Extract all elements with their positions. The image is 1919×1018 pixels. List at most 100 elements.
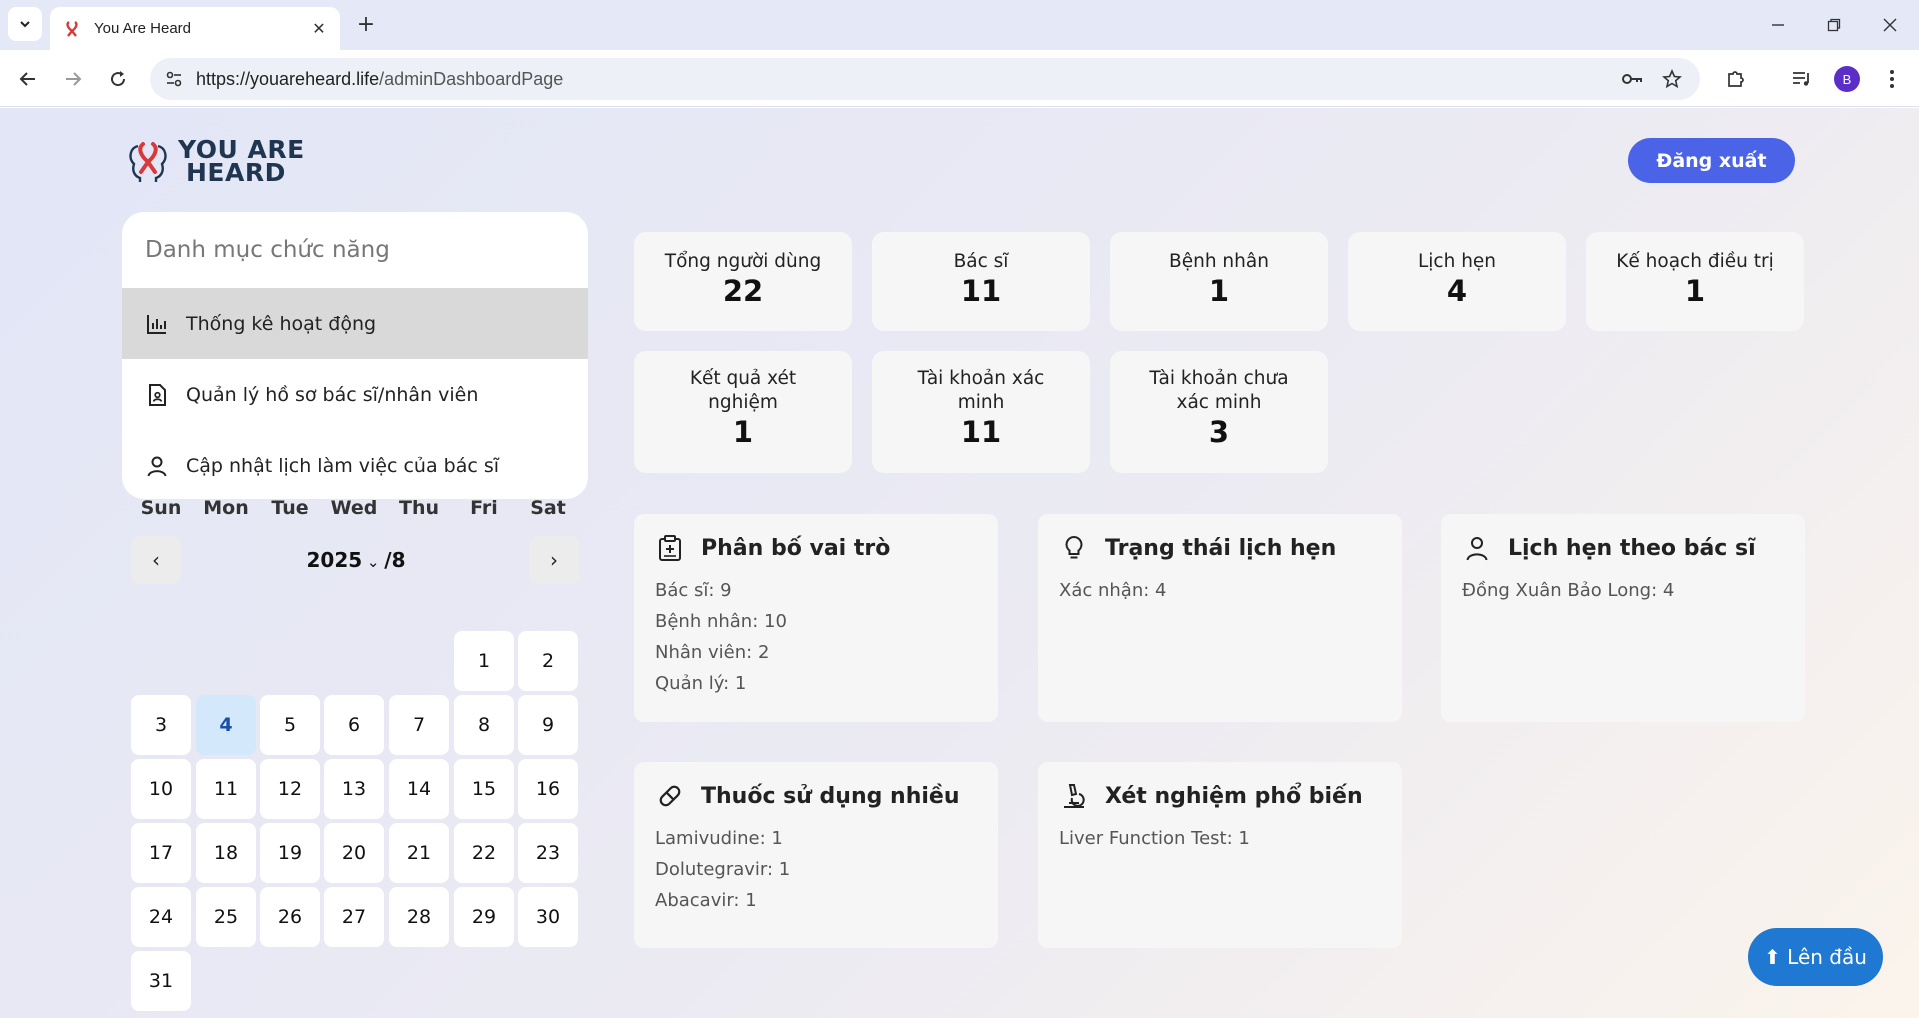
stat-value: 3: [1208, 415, 1230, 449]
forward-button[interactable]: [57, 63, 89, 95]
clipboard-medical-icon: [655, 533, 685, 563]
calendar-day[interactable]: 12: [260, 759, 320, 819]
reload-button[interactable]: [102, 63, 134, 95]
menu-item-activity-stats[interactable]: Thống kê hoạt động: [122, 288, 588, 359]
card-line: Abacavir: 1: [655, 890, 757, 911]
calendar-day[interactable]: 5: [260, 695, 320, 755]
stat-label: Bệnh nhân: [1169, 251, 1269, 272]
calendar-day[interactable]: 10: [131, 759, 191, 819]
restore-button[interactable]: [1814, 10, 1854, 40]
site-settings-icon[interactable]: [164, 69, 184, 89]
calendar-year: 2025: [306, 548, 363, 572]
browser-toolbar: https://youareheard.life/adminDashboardP…: [0, 50, 1919, 107]
calendar-day[interactable]: 31: [131, 951, 191, 1011]
back-button[interactable]: [12, 63, 44, 95]
card-line: Đồng Xuân Bảo Long: 4: [1462, 580, 1675, 601]
password-key-button[interactable]: [1616, 63, 1648, 95]
calendar-day[interactable]: 1: [454, 631, 514, 691]
calendar-day[interactable]: 23: [518, 823, 578, 883]
card-appointments-by-doctor: Lịch hẹn theo bác sĩ Đồng Xuân Bảo Long:…: [1441, 514, 1805, 722]
logo-wordmark: YOU ARE HEARD: [178, 137, 305, 187]
calendar-month: /8: [384, 548, 406, 572]
calendar-day[interactable]: 9: [518, 695, 578, 755]
bookmark-button[interactable]: [1656, 63, 1688, 95]
calendar-weekday-label: Sun: [140, 497, 182, 519]
stat-treatment-plans: Kế hoạch điều trị 1: [1586, 232, 1804, 331]
calendar-day[interactable]: 24: [131, 887, 191, 947]
calendar-day[interactable]: 14: [389, 759, 449, 819]
calendar-day[interactable]: 6: [324, 695, 384, 755]
minimize-icon: [1772, 24, 1784, 26]
stat-label: Bác sĩ: [953, 251, 1009, 272]
address-bar[interactable]: https://youareheard.life/adminDashboardP…: [150, 58, 1700, 100]
card-line: Dolutegravir: 1: [655, 859, 791, 880]
calendar-day[interactable]: 30: [518, 887, 578, 947]
calendar-day[interactable]: 13: [324, 759, 384, 819]
calendar-day[interactable]: 19: [260, 823, 320, 883]
calendar-day[interactable]: 29: [454, 887, 514, 947]
calendar-day[interactable]: 2: [518, 631, 578, 691]
tab-close-icon[interactable]: ✕: [310, 19, 328, 38]
tab-title: You Are Heard: [94, 20, 192, 37]
calendar-weekday-label: Fri: [470, 497, 498, 519]
calendar-day[interactable]: 4: [196, 695, 256, 755]
calendar-next-button[interactable]: ›: [529, 536, 579, 584]
calendar-weekday-label: Thu: [398, 497, 439, 519]
calendar-day[interactable]: 25: [196, 887, 256, 947]
card-common-tests: Xét nghiệm phổ biến Liver Function Test:…: [1038, 762, 1402, 948]
admin-dashboard: YOU ARE HEARD Đăng xuất Danh mục chức nă…: [0, 108, 1919, 1018]
calendar-day[interactable]: 15: [454, 759, 514, 819]
card-line: Quản lý: 1: [655, 673, 747, 694]
calendar-month-selector[interactable]: 2025 ⌄ /8: [271, 548, 441, 572]
calendar-day[interactable]: 7: [389, 695, 449, 755]
new-tab-button[interactable]: +: [352, 10, 380, 38]
calendar-day[interactable]: 3: [131, 695, 191, 755]
calendar-day[interactable]: 21: [389, 823, 449, 883]
calendar-day[interactable]: 18: [196, 823, 256, 883]
stat-label: Kết quả xét nghiệm: [689, 368, 797, 413]
calendar-day[interactable]: 27: [324, 887, 384, 947]
logo-line-2: HEARD: [186, 158, 286, 187]
calendar-day[interactable]: 17: [131, 823, 191, 883]
calendar-day[interactable]: 11: [196, 759, 256, 819]
url-host: https://youareheard.life: [196, 68, 380, 89]
url-path: /adminDashboardPage: [379, 68, 564, 89]
card-appointment-status: Trạng thái lịch hẹn Xác nhận: 4: [1038, 514, 1402, 722]
calendar-day[interactable]: 22: [454, 823, 514, 883]
site-logo[interactable]: YOU ARE HEARD: [126, 136, 305, 186]
logout-button[interactable]: Đăng xuất: [1628, 138, 1795, 183]
calendar-header: ‹ 2025 ⌄ /8 ›: [131, 536, 579, 584]
url-text: https://youareheard.life/adminDashboardP…: [196, 69, 563, 90]
browser-menu-button[interactable]: [1876, 63, 1908, 95]
media-controls-button[interactable]: [1786, 63, 1818, 95]
browser-tab[interactable]: You Are Heard ✕: [50, 7, 340, 50]
profile-avatar[interactable]: B: [1834, 66, 1860, 92]
close-window-button[interactable]: [1870, 10, 1910, 40]
card-title: Trạng thái lịch hẹn: [1105, 535, 1337, 561]
browser-tab-strip: You Are Heard ✕ +: [0, 0, 1919, 50]
stat-value: 11: [960, 415, 1002, 449]
puzzle-icon: [1728, 71, 1744, 87]
stat-value: 22: [722, 274, 764, 308]
card-line: Nhân viên: 2: [655, 642, 770, 663]
arrow-left-icon: [19, 72, 35, 86]
calendar-day[interactable]: 28: [389, 887, 449, 947]
calendar-prev-button[interactable]: ‹: [131, 536, 181, 584]
minimize-button[interactable]: [1758, 10, 1798, 40]
chevron-down-icon: [20, 21, 30, 28]
reload-icon: [111, 71, 126, 87]
card-line: Bệnh nhân: 10: [655, 611, 787, 632]
kebab-menu-icon: [1890, 70, 1894, 88]
calendar-day[interactable]: 26: [260, 887, 320, 947]
extensions-button[interactable]: [1720, 63, 1752, 95]
stat-value: 4: [1446, 274, 1468, 308]
menu-item-doctor-schedule[interactable]: Cập nhật lịch làm việc của bác sĩ: [122, 430, 588, 499]
calendar-day[interactable]: 20: [324, 823, 384, 883]
stat-label: Lịch hẹn: [1417, 251, 1497, 272]
tab-search-button[interactable]: [8, 7, 42, 41]
menu-item-staff-profiles[interactable]: Quản lý hồ sơ bác sĩ/nhân viên: [122, 359, 588, 430]
calendar-day[interactable]: 8: [454, 695, 514, 755]
stat-appointments: Lịch hẹn 4: [1348, 232, 1566, 331]
back-to-top-button[interactable]: ⬆ Lên đầu: [1748, 928, 1883, 986]
calendar-day[interactable]: 16: [518, 759, 578, 819]
